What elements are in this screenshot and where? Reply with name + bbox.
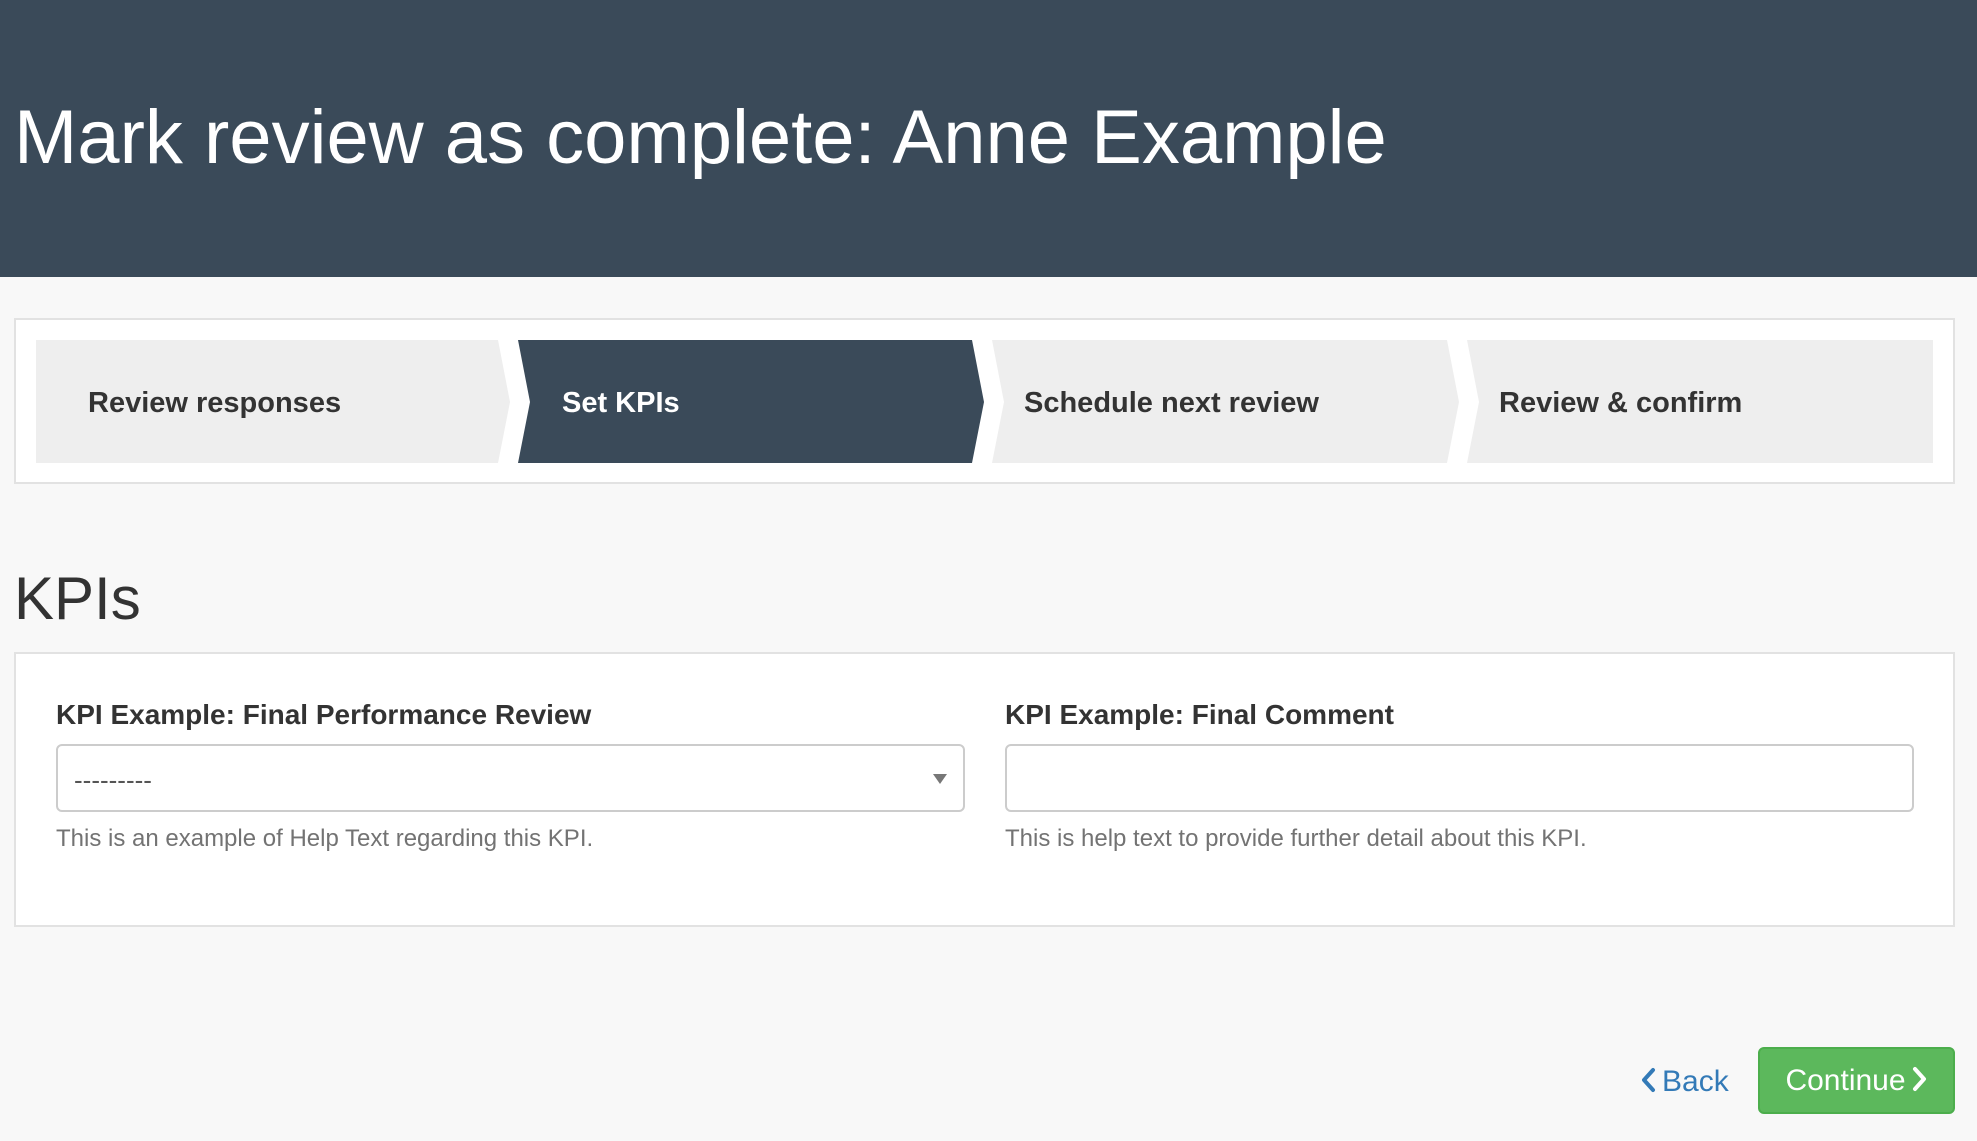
continue-button[interactable]: Continue [1758, 1047, 1955, 1114]
step-label-schedule-next-review: Schedule next review [1024, 387, 1319, 419]
back-button-label: Back [1662, 1065, 1729, 1098]
kpi-label-final-comment: KPI Example: Final Comment [1005, 699, 1394, 730]
chevron-left-icon [1642, 1068, 1655, 1093]
back-button[interactable]: Back [1640, 1052, 1729, 1112]
kpi-label-final-performance-review: KPI Example: Final Performance Review [56, 699, 592, 730]
continue-button-label: Continue [1785, 1064, 1906, 1097]
step-label-review-responses: Review responses [88, 387, 342, 419]
chevron-right-icon [1912, 1067, 1926, 1092]
section-title: KPIs [14, 565, 141, 632]
select-value: --------- [74, 765, 152, 795]
kpi-help-final-performance-review: This is an example of Help Text regardin… [56, 825, 594, 852]
kpi-select-final-performance-review[interactable]: --------- [56, 744, 965, 812]
caret-down-icon [933, 774, 947, 784]
kpi-input-final-comment[interactable] [1005, 744, 1914, 812]
step-label-set-kpis: Set KPIs [562, 387, 680, 419]
step-label-review-confirm: Review & confirm [1499, 387, 1743, 419]
kpi-help-final-comment: This is help text to provide further det… [1005, 825, 1587, 852]
